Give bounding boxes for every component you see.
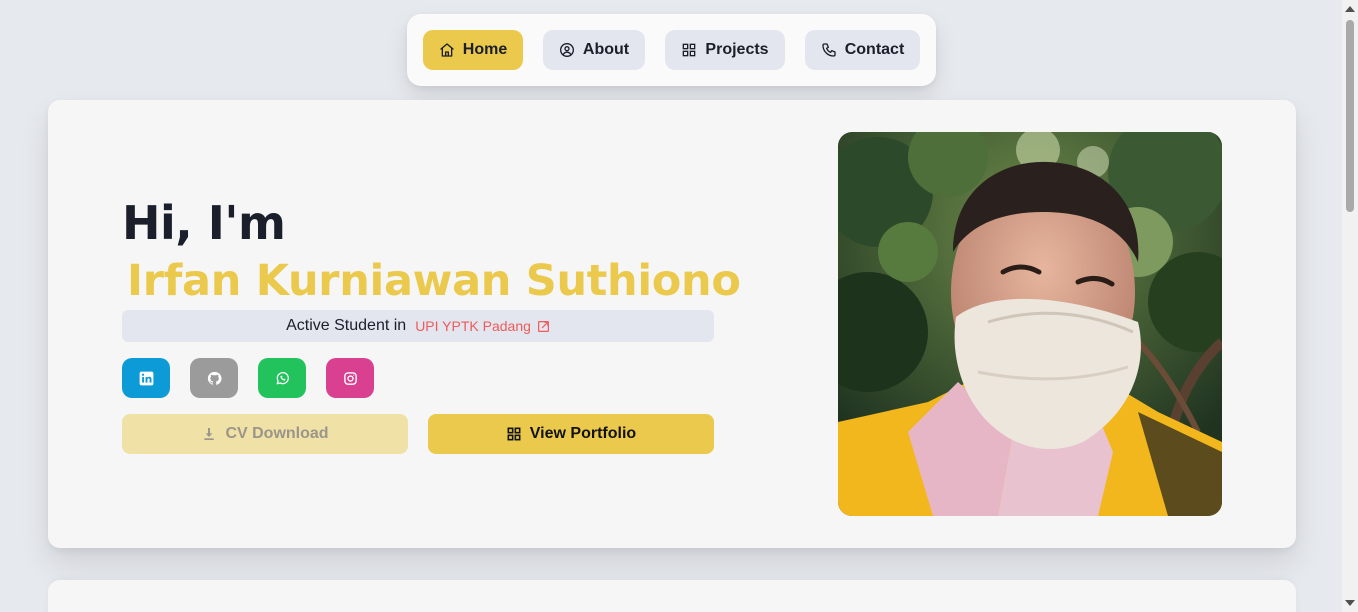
view-portfolio-label: View Portfolio <box>529 425 637 442</box>
grid-icon <box>683 43 696 57</box>
institution-label: UPI YPTK Padang <box>415 318 531 334</box>
nav-contact-button[interactable]: Contact <box>805 30 920 70</box>
external-link-icon <box>537 320 549 332</box>
scroll-down-arrow-icon[interactable] <box>1345 600 1355 606</box>
nav-about-button[interactable]: About <box>543 30 645 70</box>
cv-download-label: CV Download <box>225 425 329 442</box>
linkedin-icon <box>139 371 153 385</box>
whatsapp-icon <box>276 371 289 384</box>
view-portfolio-button[interactable]: View Portfolio <box>428 414 714 454</box>
scroll-thumb[interactable] <box>1346 20 1354 212</box>
nav-projects-label: Projects <box>705 41 769 58</box>
nav-projects-button[interactable]: Projects <box>665 30 785 70</box>
nav-home-label: Home <box>462 41 508 58</box>
phone-icon <box>822 43 836 57</box>
whatsapp-button[interactable] <box>258 358 306 398</box>
hero-card: Hi, I'm Irfan Kurniawan Suthiono Active … <box>48 100 1296 548</box>
grid-icon <box>507 427 521 441</box>
nav-about-label: About <box>582 41 630 58</box>
cv-download-button[interactable]: CV Download <box>122 414 408 454</box>
hero-greeting: Hi, I'm <box>122 196 286 250</box>
scroll-up-arrow-icon[interactable] <box>1345 6 1355 12</box>
instagram-button[interactable] <box>326 358 374 398</box>
status-prefix: Active Student in <box>286 317 407 334</box>
download-icon <box>204 428 215 440</box>
user-circle-icon <box>559 43 574 57</box>
home-icon <box>440 43 454 57</box>
linkedin-button[interactable] <box>122 358 170 398</box>
institution-link[interactable]: UPI YPTK Padang <box>415 318 550 334</box>
page-scrollbar[interactable] <box>1342 0 1358 612</box>
profile-photo <box>838 132 1222 516</box>
hero-name: Irfan Kurniawan Suthiono <box>127 256 741 306</box>
instagram-icon <box>343 371 357 385</box>
nav-home-button[interactable]: Home <box>423 30 523 70</box>
student-status-bar: Active Student in UPI YPTK Padang <box>122 310 714 342</box>
github-button[interactable] <box>190 358 238 398</box>
github-icon <box>207 371 222 385</box>
next-section-card <box>48 580 1296 612</box>
nav-contact-label: Contact <box>844 41 905 58</box>
top-navigation: Home About Projects Contact <box>407 14 936 86</box>
